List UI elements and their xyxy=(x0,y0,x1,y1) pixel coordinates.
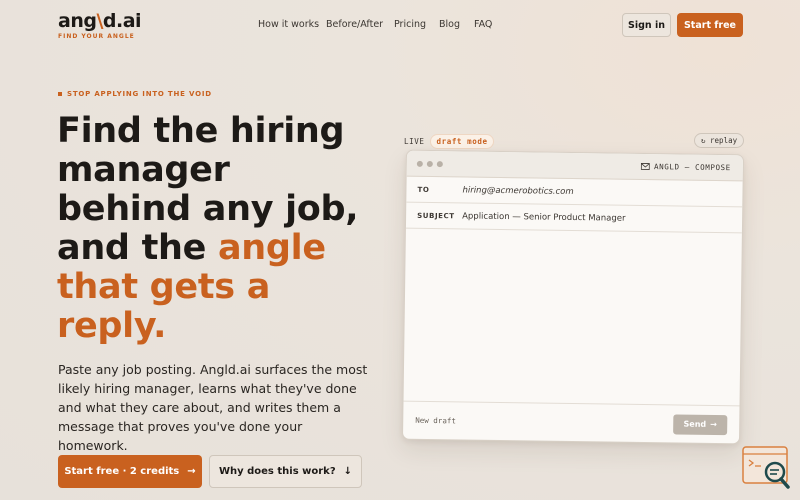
logo[interactable]: ang\d.ai FIND YOUR ANGLE xyxy=(58,10,142,40)
square-bullet-icon xyxy=(58,92,62,96)
compose-footer: New draft Send → xyxy=(403,400,740,444)
eyebrow-text: STOP APPLYING INTO THE VOID xyxy=(67,90,212,98)
hero-headline: Find the hiring manager behind any job, … xyxy=(57,112,377,346)
compose-title-text: ANGLD — COMPOSE xyxy=(654,162,731,173)
nav-faq[interactable]: FAQ xyxy=(474,19,492,30)
nav-pricing[interactable]: Pricing xyxy=(394,19,426,30)
nav-before-after[interactable]: Before/After xyxy=(326,19,383,30)
live-label: LIVE xyxy=(404,137,425,146)
window-dot-icon xyxy=(436,160,443,167)
window-dot-icon xyxy=(426,160,433,167)
draft-status: New draft xyxy=(415,415,456,426)
headline-line-3: behind any job, xyxy=(57,189,359,229)
draft-mode-pill: draft mode xyxy=(430,134,494,149)
headline-accent-3: reply. xyxy=(57,306,167,346)
headline-accent-1: angle xyxy=(217,228,326,268)
subject-label: SUBJECT xyxy=(417,211,455,220)
start-free-button[interactable]: Start free xyxy=(677,13,743,37)
hero-subtext: Paste any job posting. Angld.ai surfaces… xyxy=(58,362,368,453)
compose-window: ANGLD — COMPOSE TO hiring@acmerobotics.c… xyxy=(401,149,745,445)
why-does-this-work-button[interactable]: Why does this work? ↓ xyxy=(209,455,362,488)
message-body[interactable] xyxy=(404,229,742,408)
headline-line-4: and the xyxy=(57,228,218,268)
live-indicator: LIVE draft mode xyxy=(404,134,494,149)
send-label: Send xyxy=(683,419,707,429)
logo-tagline: FIND YOUR ANGLE xyxy=(58,33,135,40)
nav-blog[interactable]: Blog xyxy=(439,19,460,30)
start-free-credits-button[interactable]: Start free · 2 credits → xyxy=(58,455,202,488)
replay-button[interactable]: ↻ replay xyxy=(694,133,745,148)
arrow-right-icon: → xyxy=(710,419,717,430)
search-code-widget-icon[interactable] xyxy=(742,445,792,491)
headline-accent-2: that gets a xyxy=(57,267,271,307)
headline-line-1: Find the hiring xyxy=(57,111,345,151)
compose-titlebar: ANGLD — COMPOSE xyxy=(406,150,743,182)
arrow-right-icon: → xyxy=(187,466,196,477)
cta-secondary-label: Why does this work? xyxy=(218,466,336,477)
hero-eyebrow: STOP APPLYING INTO THE VOID xyxy=(58,90,212,98)
window-dot-icon xyxy=(416,160,423,167)
to-label: TO xyxy=(417,185,430,194)
arrow-down-icon: ↓ xyxy=(343,466,353,477)
send-button[interactable]: Send → xyxy=(673,413,728,435)
headline-line-2: manager xyxy=(57,150,230,190)
sign-in-button[interactable]: Sign in xyxy=(622,13,671,37)
compose-title: ANGLD — COMPOSE xyxy=(641,162,731,172)
nav-how-it-works[interactable]: How it works xyxy=(258,19,319,30)
logo-wordmark: ang\d.ai xyxy=(58,10,142,32)
cta-primary-label: Start free · 2 credits xyxy=(64,466,180,477)
envelope-icon xyxy=(641,163,651,170)
to-value[interactable]: hiring@acmerobotics.com xyxy=(462,185,573,197)
subject-value[interactable]: Application — Senior Product Manager xyxy=(462,211,626,223)
